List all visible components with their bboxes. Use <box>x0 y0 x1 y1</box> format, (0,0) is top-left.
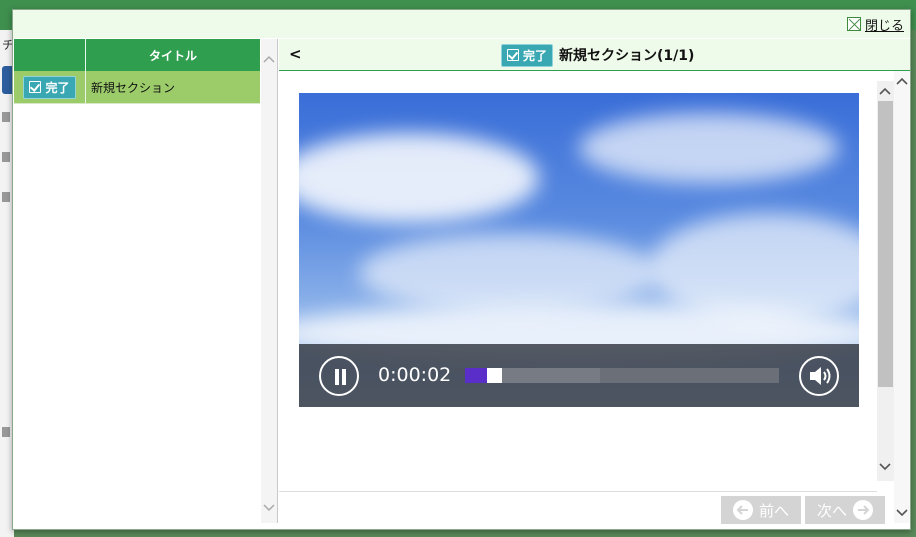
volume-icon[interactable] <box>799 356 839 396</box>
progress-played <box>465 368 487 383</box>
content-scrollbar[interactable] <box>877 81 894 481</box>
section-header: < 完了 新規セクション(1/1) <box>279 39 910 71</box>
status-cell: 完了 <box>14 71 86 103</box>
section-list: タイトル 完了 新規セクション <box>14 39 260 104</box>
sky-cloud <box>359 233 659 313</box>
pane-scrollbar[interactable] <box>894 71 910 523</box>
prev-button-label: 前へ <box>758 501 789 520</box>
section-title-cell: 新規セクション <box>91 80 176 95</box>
sky-cloud <box>299 133 539 223</box>
section-list-row[interactable]: 完了 新規セクション <box>14 71 260 104</box>
scrollbar-thumb[interactable] <box>878 101 893 387</box>
arrow-right-icon <box>853 500 873 520</box>
progress-handle[interactable] <box>487 368 502 383</box>
complete-badge: 完了 <box>23 75 76 99</box>
background-icon <box>2 192 10 202</box>
complete-badge-label: 完了 <box>523 48 548 63</box>
section-content-pane: < 完了 新規セクション(1/1) 0:00:02 前へ 次へ <box>279 39 910 524</box>
learning-dialog: 閉じる タイトル 完了 新規セクション < 完了 新規セクション(1/1) 0:… <box>12 9 911 530</box>
complete-badge: 完了 <box>501 43 554 67</box>
back-button[interactable]: < <box>289 45 302 63</box>
chevron-down-icon[interactable] <box>261 500 277 516</box>
video-progress-bar[interactable] <box>465 368 779 383</box>
status-column-header <box>14 39 86 71</box>
video-timecode: 0:00:02 <box>378 364 452 386</box>
chevron-down-icon[interactable] <box>894 505 910 521</box>
video-player[interactable]: 0:00:02 <box>299 93 859 407</box>
checkbox-check-icon <box>29 81 42 93</box>
complete-badge-label: 完了 <box>45 80 70 95</box>
chevron-down-icon[interactable] <box>877 459 893 475</box>
list-scrollbar[interactable] <box>261 39 277 523</box>
section-title-group: 完了 新規セクション(1/1) <box>501 43 695 67</box>
section-title: 新規セクション(1/1) <box>559 48 695 64</box>
checkbox-check-icon <box>507 49 519 61</box>
chevron-up-icon[interactable] <box>894 73 910 89</box>
pause-icon[interactable] <box>319 356 359 396</box>
section-nav-footer: 前へ 次へ <box>279 491 885 524</box>
chevron-up-icon[interactable] <box>877 83 893 99</box>
section-list-panel: タイトル 完了 新規セクション <box>14 39 278 523</box>
dialog-top-bar: 閉じる <box>13 10 910 38</box>
chevron-up-icon[interactable] <box>261 51 277 67</box>
background-icon <box>2 427 10 437</box>
prev-button[interactable]: 前へ <box>721 496 801 524</box>
close-button[interactable]: 閉じる <box>846 15 904 34</box>
background-tab <box>2 66 12 94</box>
close-box-icon <box>846 17 861 31</box>
arrow-left-icon <box>732 500 753 520</box>
background-icon <box>2 112 10 122</box>
next-button[interactable]: 次へ <box>805 496 885 524</box>
next-button-label: 次へ <box>816 501 847 520</box>
title-column-header: タイトル <box>148 48 197 63</box>
close-label: 閉じる <box>864 18 904 34</box>
background-icon <box>2 152 10 162</box>
video-controls: 0:00:02 <box>299 344 859 407</box>
sky-cloud <box>579 113 839 183</box>
section-list-header: タイトル <box>14 39 260 71</box>
